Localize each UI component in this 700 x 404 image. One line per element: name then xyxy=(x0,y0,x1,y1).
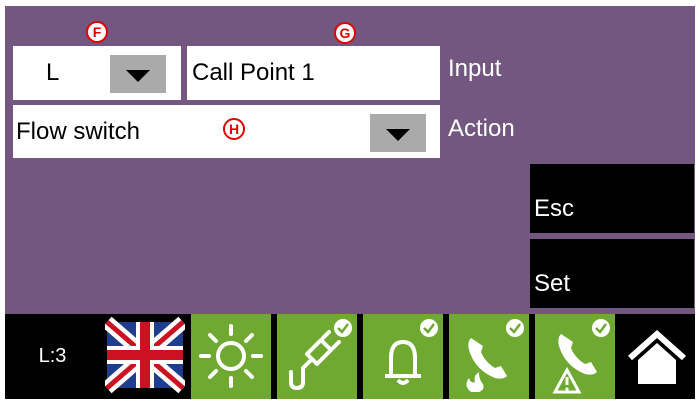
marker-h: H xyxy=(223,118,245,140)
home-button[interactable] xyxy=(620,314,695,399)
set-button[interactable]: Set xyxy=(530,239,694,308)
esc-button-label: Esc xyxy=(534,195,575,222)
marker-f: F xyxy=(86,21,108,43)
input-name-field[interactable]: Call Point 1 xyxy=(187,46,440,100)
level-text: L:3 xyxy=(38,345,67,367)
uk-flag-icon xyxy=(102,316,188,394)
input-label: Input xyxy=(448,55,502,82)
marker-g: G xyxy=(334,22,356,44)
chevron-down-icon xyxy=(386,129,410,141)
sounder-button[interactable] xyxy=(363,314,443,399)
power-plug-icon xyxy=(289,319,352,390)
esc-button[interactable]: Esc xyxy=(530,164,694,233)
language-button[interactable] xyxy=(102,314,188,399)
power-button[interactable] xyxy=(277,314,357,399)
bell-icon xyxy=(385,319,438,385)
input-selector-arrow-button[interactable] xyxy=(110,55,166,93)
action-arrow-button[interactable] xyxy=(370,114,426,152)
action-value: Flow switch xyxy=(16,117,141,145)
bottom-toolbar: L:3 xyxy=(5,314,695,399)
input-selector-value: L xyxy=(46,59,60,86)
set-button-label: Set xyxy=(534,270,571,297)
phone-fire-icon xyxy=(466,319,524,392)
phone-warning-icon xyxy=(552,319,610,394)
sun-icon xyxy=(199,324,263,388)
level-indicator: L:3 xyxy=(5,314,100,399)
home-icon xyxy=(628,329,686,384)
chevron-down-icon xyxy=(126,70,150,82)
input-name-value: Call Point 1 xyxy=(192,59,315,86)
brightness-button[interactable] xyxy=(191,314,271,399)
fault-call-button[interactable] xyxy=(535,314,615,399)
action-label: Action xyxy=(448,115,515,142)
fire-call-button[interactable] xyxy=(449,314,529,399)
